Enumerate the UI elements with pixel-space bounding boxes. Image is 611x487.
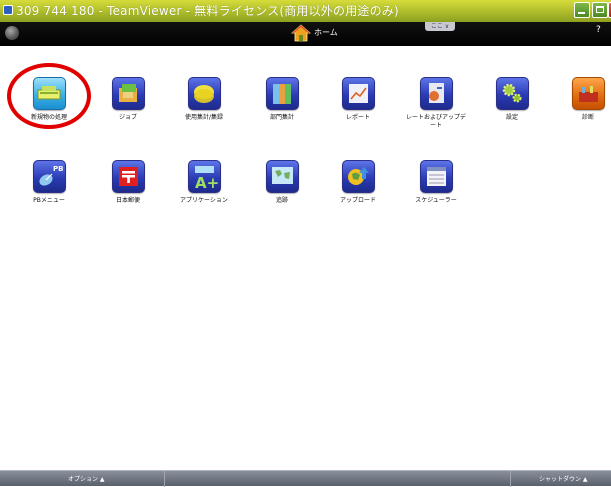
app-header: ホーム ここ ∨ ?: [0, 22, 611, 46]
applications-icon: A+: [188, 160, 221, 193]
upload-globe-icon: [342, 160, 375, 193]
rate-update-icon: [420, 77, 453, 110]
svg-text:A+: A+: [195, 174, 219, 192]
diagnostics-toolbox-icon: [572, 77, 605, 110]
tile-report[interactable]: レポート: [326, 71, 390, 137]
scheduler-icon: [420, 160, 453, 193]
teamviewer-app-icon: [3, 5, 13, 15]
tracking-map-icon: [266, 160, 299, 193]
tile-label: 追跡: [275, 197, 288, 204]
home-icon[interactable]: [291, 24, 311, 42]
tile-applications[interactable]: A+ アプリケーション: [172, 154, 236, 220]
window-title-bar: 309 744 180 - TeamViewer - 無料ライセンス(商用以外の…: [0, 0, 611, 22]
bottom-bar: オプション ▲ シャットダウン ▲: [0, 470, 611, 487]
tile-scheduler[interactable]: スケジューラー: [404, 154, 468, 220]
highlight-circle-annotation: [7, 63, 91, 129]
tile-tracking[interactable]: 追跡: [250, 154, 314, 220]
tile-pb-menu[interactable]: PB PBメニュー: [17, 154, 81, 220]
divider: [164, 471, 165, 487]
collapse-toggle-button[interactable]: ここ ∨: [425, 22, 455, 31]
tile-label: アップロード: [339, 197, 376, 204]
report-chart-icon: [342, 77, 375, 110]
tile-upload[interactable]: アップロード: [326, 154, 390, 220]
tile-usage-report[interactable]: 使用集計/集録: [172, 71, 236, 137]
minimize-button[interactable]: [574, 2, 590, 18]
tile-diagnostics[interactable]: 診断: [556, 71, 611, 137]
window-title: 309 744 180 - TeamViewer - 無料ライセンス(商用以外の…: [16, 4, 399, 18]
home-label[interactable]: ホーム: [314, 28, 338, 38]
help-icon[interactable]: ?: [596, 25, 601, 35]
tile-label: 使用集計/集録: [184, 114, 224, 121]
tile-label: 設定: [505, 114, 518, 121]
tile-label: 診断: [581, 114, 594, 121]
shutdown-button[interactable]: シャットダウン ▲: [539, 476, 588, 484]
maximize-button[interactable]: [592, 2, 608, 18]
options-button[interactable]: オプション ▲: [68, 476, 105, 484]
tile-label: レートおよびアップデート: [405, 114, 466, 129]
tile-label: スケジューラー: [415, 197, 457, 204]
tile-department-report[interactable]: 部門集計: [250, 71, 314, 137]
tile-label: レポート: [345, 114, 370, 121]
tile-label: アプリケーション: [180, 197, 228, 204]
tile-settings[interactable]: 設定: [480, 71, 544, 137]
tile-japan-post[interactable]: 日本郵便: [96, 154, 160, 220]
japan-post-icon: [112, 160, 145, 193]
tile-job[interactable]: ジョブ: [96, 71, 160, 137]
status-orb-icon: [5, 26, 19, 40]
settings-gears-icon: [496, 77, 529, 110]
job-icon: [112, 77, 145, 110]
usage-report-icon: [188, 77, 221, 110]
tile-label: 日本郵便: [115, 197, 140, 204]
tile-label: 部門集計: [269, 114, 294, 121]
tile-rate-update[interactable]: レートおよびアップデート: [404, 71, 468, 137]
tile-label: PBメニュー: [33, 197, 65, 204]
svg-text:PB: PB: [53, 165, 63, 173]
department-report-icon: [266, 77, 299, 110]
tile-label: ジョブ: [118, 114, 137, 121]
pb-menu-satellite-icon: PB: [33, 160, 66, 193]
divider: [510, 471, 511, 487]
